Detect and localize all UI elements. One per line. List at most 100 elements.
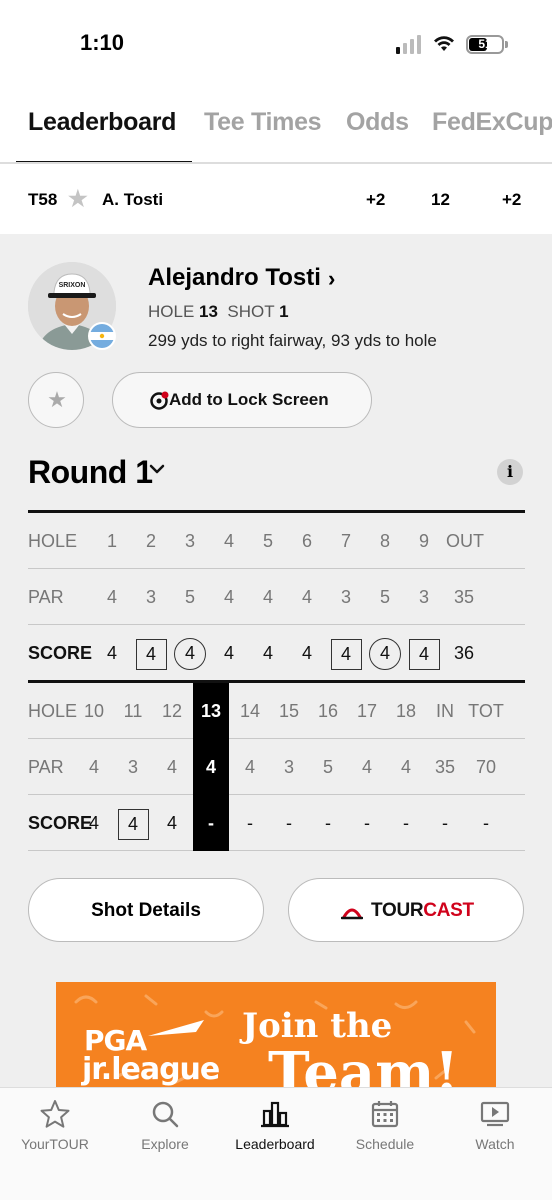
nav-schedule[interactable]: Schedule	[330, 1088, 440, 1200]
hole-cell: 11	[123, 701, 143, 721]
search-icon	[152, 1101, 179, 1128]
nav-explore[interactable]: Explore	[110, 1088, 220, 1200]
round-selector[interactable]: Round 1	[28, 454, 153, 491]
hole-cell: 9	[418, 531, 429, 551]
chevron-down-icon[interactable]	[148, 460, 166, 478]
hole-cell: 6	[301, 531, 312, 551]
current-shot: 1	[279, 302, 289, 321]
par-cell: 4	[166, 757, 177, 777]
player-name[interactable]: Alejandro Tosti	[148, 264, 321, 292]
add-to-lock-screen-button[interactable]: Add to Lock Screen	[112, 372, 372, 428]
hole-cell: 15	[278, 701, 300, 721]
hole-cell: 2	[145, 531, 156, 551]
hole-cell: 3	[184, 531, 195, 551]
score-cell: 4	[106, 643, 117, 663]
score-cell: -	[364, 813, 370, 833]
score-cell: 4	[328, 625, 364, 681]
leaderboard-player-row[interactable]: T58 ★ A. Tosti +2 12 +2	[0, 164, 552, 234]
hole-cell: 5	[262, 531, 273, 551]
favorite-star-icon[interactable]: ★	[68, 186, 88, 212]
shot-details-button[interactable]: Shot Details	[28, 878, 264, 942]
tab-tee-times[interactable]: Tee Times	[204, 108, 322, 137]
row-label: HOLE	[28, 531, 78, 551]
hole-cell: 18	[395, 701, 417, 721]
hole-shot-info: HOLE 13 SHOT 1	[148, 302, 289, 321]
par-cell: 3	[340, 587, 351, 607]
star-icon: ★	[47, 387, 67, 412]
cap-brand: SRIXON	[59, 282, 86, 289]
favorite-button[interactable]: ★	[28, 372, 84, 428]
par-cell: 4	[262, 587, 273, 607]
lock-screen-icon	[150, 391, 169, 410]
row-label: PAR	[28, 757, 64, 777]
tourcast-button[interactable]: TOURCAST	[288, 878, 524, 942]
hole-cell: 8	[379, 531, 390, 551]
hole-cell: 10	[83, 701, 105, 721]
tab-leaderboard[interactable]: Leaderboard	[28, 108, 176, 137]
score-cell: 4	[301, 643, 312, 663]
nav-watch[interactable]: Watch	[440, 1088, 550, 1200]
score-cell: 4	[262, 643, 273, 663]
par-cell: 5	[322, 757, 333, 777]
score-cell: 4	[133, 625, 169, 681]
player-short-name: A. Tosti	[102, 190, 164, 209]
tourcast-label: TOURCAST	[371, 900, 474, 921]
hole-cell: TOT	[468, 701, 504, 721]
back-score-row: SCORE 444--------	[28, 795, 525, 851]
tab-odds[interactable]: Odds	[346, 108, 409, 137]
tab-fedexcup[interactable]: FedExCup	[432, 108, 552, 137]
back-par-row: PAR 4 3 4 4 4 3 5 4 4 35 70	[28, 739, 525, 795]
par-cell: 35	[434, 757, 456, 777]
nav-yourtour[interactable]: YourTOUR	[0, 1088, 110, 1200]
hole-cell: IN	[436, 701, 454, 721]
wifi-icon	[434, 36, 454, 51]
hole-cell: 17	[356, 701, 378, 721]
hole-cell: 14	[239, 701, 261, 721]
pga-jr-league-ad[interactable]: PGA jr.league Join the Team!	[56, 982, 496, 1087]
bottom-nav: YourTOUR Explore Leaderboard Schedule Wa…	[0, 1087, 552, 1200]
player-today: +2	[502, 190, 522, 209]
score-cell: 4	[367, 625, 403, 681]
score-cell: 36	[453, 643, 475, 663]
argentina-flag-icon	[88, 322, 116, 350]
chevron-right-icon[interactable]: ›	[328, 266, 335, 292]
status-bar: 1:10 51	[0, 0, 552, 90]
battery-icon: 51	[466, 35, 504, 54]
par-cell: 3	[418, 587, 429, 607]
hole-cell: 4	[223, 531, 234, 551]
par-cell: 4	[400, 757, 411, 777]
par-cell: 4	[301, 587, 312, 607]
hole-cell: 13	[193, 683, 229, 739]
par-cell: 5	[184, 587, 195, 607]
lock-screen-label: Add to Lock Screen	[169, 390, 329, 409]
player-to-par: +2	[366, 190, 386, 209]
front-par-row: PAR 4 3 5 4 4 4 3 5 3 35	[28, 569, 525, 625]
par-cell: 3	[145, 587, 156, 607]
info-icon[interactable]: i	[497, 459, 523, 485]
par-cell: 5	[379, 587, 390, 607]
nav-leaderboard[interactable]: Leaderboard	[220, 1088, 330, 1200]
score-cell: 4	[172, 625, 208, 681]
row-label: SCORE	[28, 643, 93, 663]
ad-headline-2: Team!	[268, 1040, 459, 1087]
cellular-signal-icon	[396, 35, 421, 54]
hole-cell: OUT	[446, 531, 484, 551]
player-position: T58	[28, 190, 58, 209]
par-cell: 4	[106, 587, 117, 607]
flag-logo-icon	[148, 1020, 204, 1036]
front-score-row: SCORE 4 4 4 4 4 4 4 4 4 36	[28, 625, 525, 681]
score-cell: -	[193, 795, 229, 851]
score-cell: 4	[166, 813, 177, 833]
ad-jr-league-text: jr.league	[82, 1052, 220, 1087]
battery-level: 51	[478, 37, 492, 51]
score-cell: 4	[88, 813, 99, 833]
hole-cell: 7	[340, 531, 351, 551]
par-cell: 4	[361, 757, 372, 777]
score-cell: -	[286, 813, 292, 833]
score-cell: -	[247, 813, 253, 833]
play-screen-icon	[480, 1101, 510, 1127]
current-hole: 13	[199, 302, 218, 321]
star-icon	[40, 1100, 70, 1128]
bar-chart-icon	[261, 1101, 289, 1128]
row-label: PAR	[28, 587, 64, 607]
